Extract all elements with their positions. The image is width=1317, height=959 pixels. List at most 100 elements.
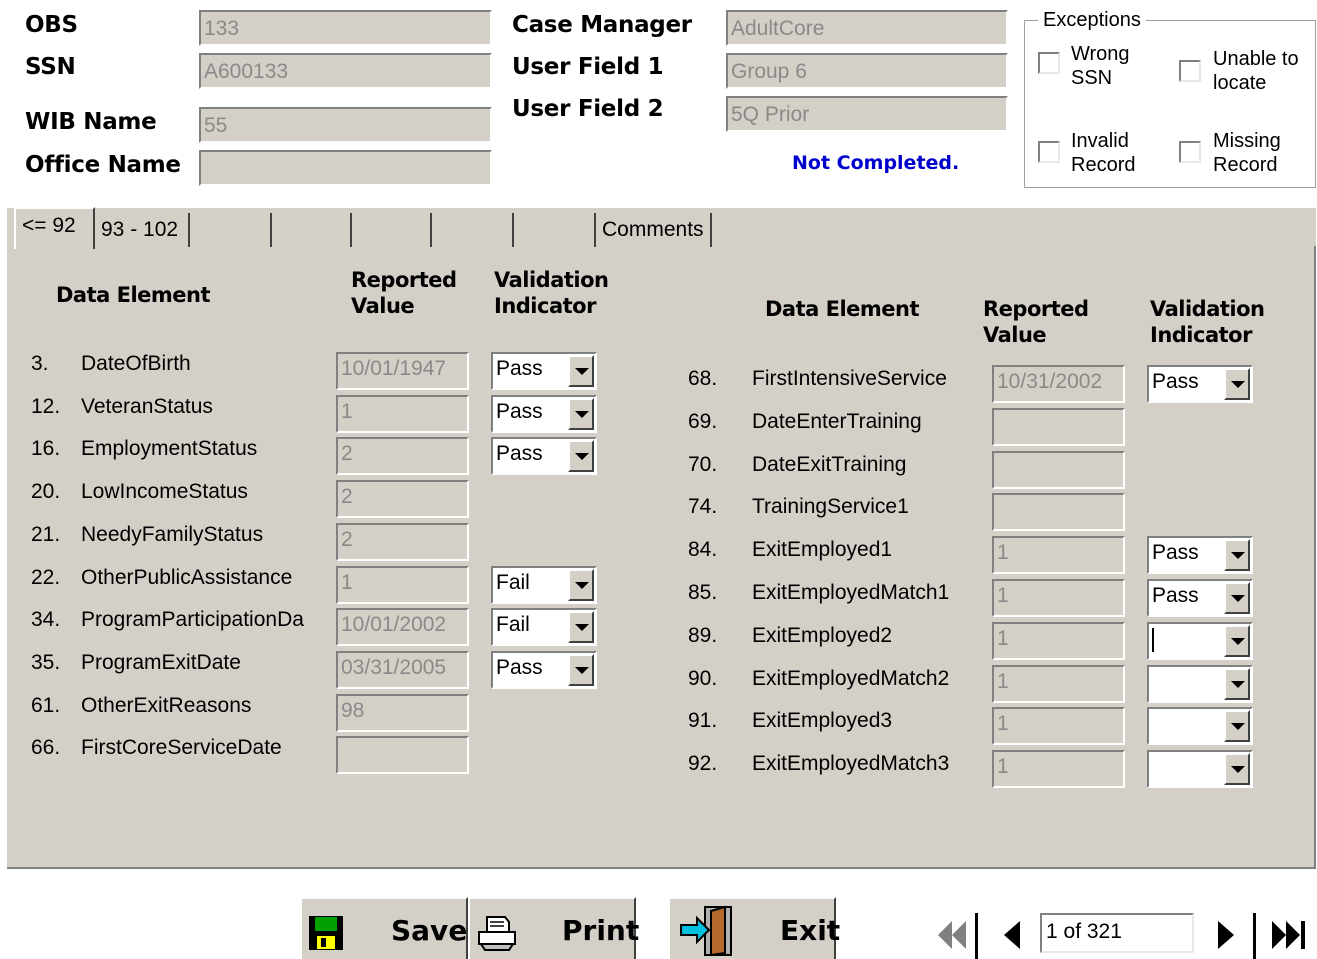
missing-record-checkbox[interactable] <box>1179 141 1201 163</box>
chevron-down-icon[interactable] <box>568 569 594 601</box>
chevron-down-icon[interactable] <box>1224 368 1250 400</box>
chevron-down-icon[interactable] <box>568 654 594 686</box>
next-record-icon <box>1218 921 1234 949</box>
data-element-92: ExitEmployedMatch3 <box>752 752 950 775</box>
reported-value-16[interactable]: 2 <box>336 437 469 475</box>
user-field-1-field[interactable]: Group 6 <box>726 53 1008 89</box>
validation-select-68[interactable]: Pass <box>1147 365 1253 403</box>
reported-value-68[interactable]: 10/31/2002 <box>992 365 1125 403</box>
save-button-label: Save <box>391 914 468 947</box>
validation-select-84[interactable]: Pass <box>1147 536 1253 574</box>
chevron-down-icon[interactable] <box>1224 753 1250 785</box>
ssn-field[interactable]: A600133 <box>199 53 492 89</box>
chevron-down-icon[interactable] <box>1224 539 1250 571</box>
chevron-down-icon[interactable] <box>1224 625 1250 657</box>
print-button[interactable]: Print <box>468 897 640 959</box>
printer-icon <box>475 911 519 959</box>
chevron-down-icon[interactable] <box>568 398 594 430</box>
tab-3[interactable] <box>190 213 272 247</box>
unable-to-locate-checkbox[interactable] <box>1179 60 1201 82</box>
first-record-icon <box>938 921 966 949</box>
reported-value-92[interactable]: 1 <box>992 750 1125 788</box>
office-name-field[interactable] <box>199 150 492 186</box>
reported-value-35[interactable]: 03/31/2005 <box>336 651 469 689</box>
record-number-field[interactable]: 1 of 321 <box>1040 913 1194 953</box>
data-element-16: EmploymentStatus <box>81 437 258 460</box>
row-number: 16. <box>31 437 61 460</box>
reported-value-20[interactable]: 2 <box>336 480 469 518</box>
data-element-70: DateExitTraining <box>752 453 907 476</box>
tab-1[interactable]: <= 92 <box>14 207 95 249</box>
chevron-down-icon[interactable] <box>568 355 594 387</box>
case-manager-field[interactable]: AdultCore <box>726 10 1008 46</box>
validation-select-22[interactable]: Fail <box>491 566 597 604</box>
validation-select-34-value: Fail <box>496 613 530 636</box>
wib-name-label: WIB Name <box>25 109 157 135</box>
tab-6[interactable] <box>432 213 514 247</box>
data-element-91: ExitEmployed3 <box>752 709 893 732</box>
reported-value-85[interactable]: 1 <box>992 579 1125 617</box>
validation-select-12[interactable]: Pass <box>491 395 597 433</box>
save-button[interactable]: Save <box>300 897 468 959</box>
validation-select-35[interactable]: Pass <box>491 651 597 689</box>
obs-field[interactable]: 133 <box>199 10 492 46</box>
reported-value-70[interactable] <box>992 451 1125 489</box>
chevron-down-icon[interactable] <box>1224 710 1250 742</box>
exit-button[interactable]: Exit <box>668 897 840 959</box>
validation-select-89[interactable] <box>1147 622 1253 660</box>
tab-2[interactable]: 93 - 102 <box>95 213 190 247</box>
validation-select-90[interactable] <box>1147 665 1253 703</box>
left-validation-indicator-header: Validation Indicator <box>494 268 609 318</box>
row-number: 35. <box>31 651 61 674</box>
row-number: 91. <box>688 709 718 732</box>
invalid-record-checkbox[interactable] <box>1038 141 1060 163</box>
validation-select-3-value: Pass <box>496 357 543 380</box>
right-reported-value-header: Reported Value <box>983 297 1089 347</box>
data-element-61: OtherExitReasons <box>81 694 252 717</box>
reported-value-22[interactable]: 1 <box>336 566 469 604</box>
previous-record-button[interactable] <box>990 913 1030 959</box>
reported-value-61[interactable]: 98 <box>336 694 469 732</box>
reported-value-74[interactable] <box>992 493 1125 531</box>
row-number: 12. <box>31 395 61 418</box>
tab-8[interactable]: Comments <box>596 213 712 247</box>
reported-value-3[interactable]: 10/01/1947 <box>336 352 469 390</box>
reported-value-90[interactable]: 1 <box>992 665 1125 703</box>
exceptions-title: Exceptions <box>1038 9 1146 32</box>
reported-value-34[interactable]: 10/01/2002 <box>336 608 469 646</box>
tab-7[interactable] <box>514 213 596 247</box>
tab-5[interactable] <box>352 213 432 247</box>
next-record-button[interactable] <box>1208 913 1248 959</box>
wrong-ssn-checkbox[interactable] <box>1038 52 1060 74</box>
right-data-element-header: Data Element <box>765 297 920 321</box>
first-record-button[interactable] <box>928 913 972 959</box>
validation-select-92[interactable] <box>1147 750 1253 788</box>
reported-value-69[interactable] <box>992 408 1125 446</box>
chevron-down-icon[interactable] <box>568 440 594 472</box>
user-field-2-field[interactable]: 5Q Prior <box>726 96 1008 132</box>
validation-select-91[interactable] <box>1147 707 1253 745</box>
chevron-down-icon[interactable] <box>1224 668 1250 700</box>
reported-value-89[interactable]: 1 <box>992 622 1125 660</box>
wib-name-field[interactable]: 55 <box>199 107 492 143</box>
validation-select-3[interactable]: Pass <box>491 352 597 390</box>
reported-value-91[interactable]: 1 <box>992 707 1125 745</box>
validation-select-16[interactable]: Pass <box>491 437 597 475</box>
chevron-down-icon[interactable] <box>1224 582 1250 614</box>
chevron-down-icon[interactable] <box>568 611 594 643</box>
row-number: 90. <box>688 667 718 690</box>
last-record-button[interactable] <box>1264 913 1314 959</box>
reported-value-12[interactable]: 1 <box>336 395 469 433</box>
validation-select-85[interactable]: Pass <box>1147 579 1253 617</box>
exit-button-label: Exit <box>780 914 841 947</box>
validation-select-34[interactable]: Fail <box>491 608 597 646</box>
reported-value-66[interactable] <box>336 736 469 774</box>
reported-value-21[interactable]: 2 <box>336 523 469 561</box>
case-manager-label: Case Manager <box>512 12 692 38</box>
last-record-icon <box>1272 921 1305 949</box>
print-button-label: Print <box>562 914 640 947</box>
data-element-68: FirstIntensiveService <box>752 367 947 390</box>
reported-value-84[interactable]: 1 <box>992 536 1125 574</box>
tab-4[interactable] <box>272 213 352 247</box>
data-element-89: ExitEmployed2 <box>752 624 893 647</box>
